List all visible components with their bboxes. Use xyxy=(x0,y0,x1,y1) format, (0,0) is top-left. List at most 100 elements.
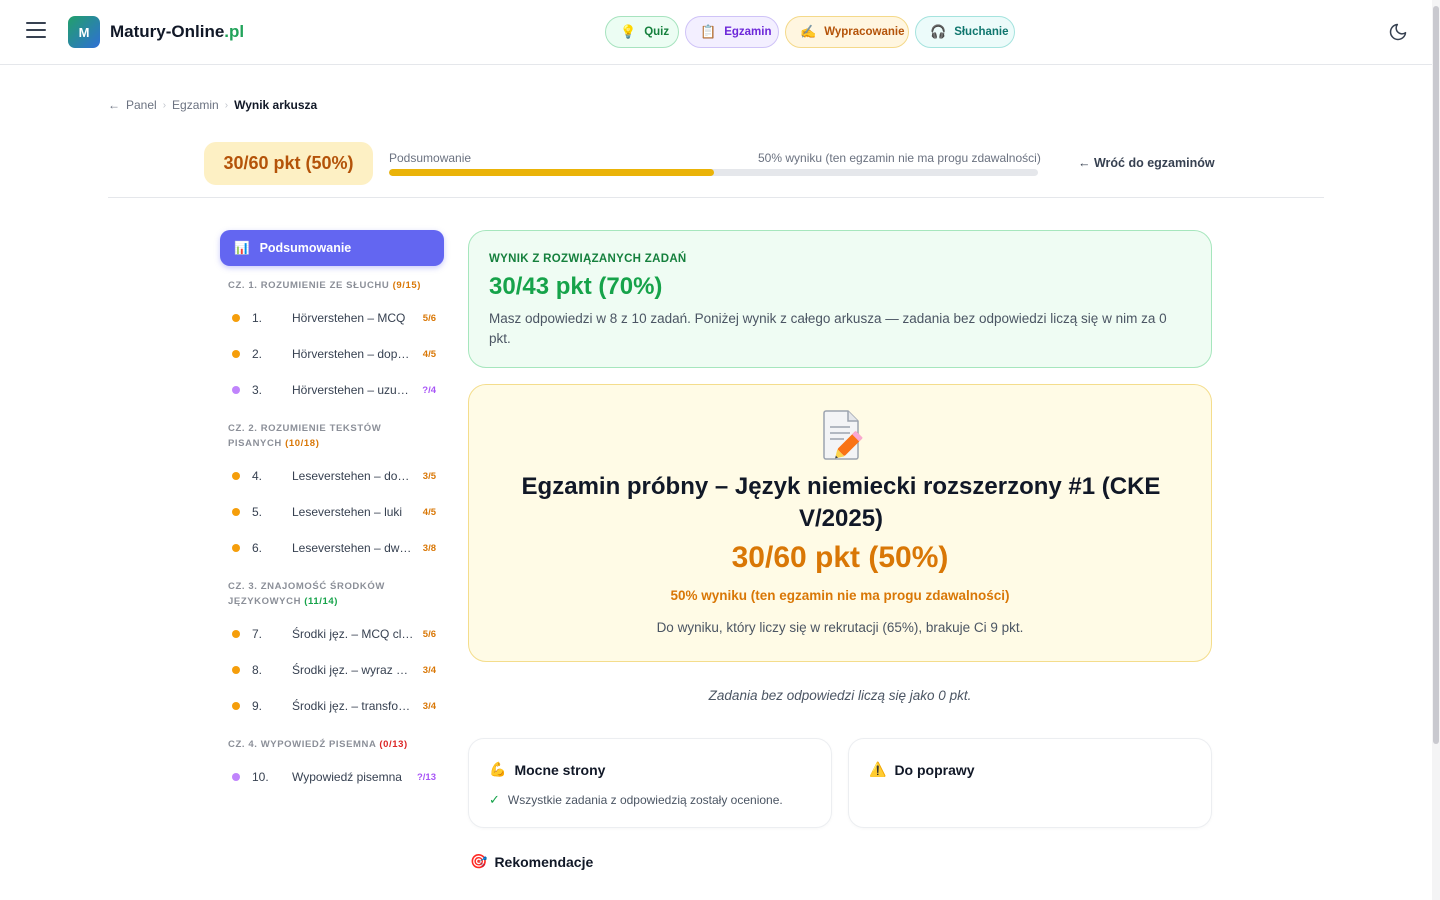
task-number: 10. xyxy=(252,770,269,784)
improvements-title: Do poprawy xyxy=(894,761,975,778)
nav-egzamin-label: Egzamin xyxy=(724,26,772,38)
task-item-10[interactable]: 10. Wypowiedź pisemna ?/13 xyxy=(228,767,436,787)
progress-label: Podsumowanie xyxy=(389,151,472,165)
task-points: ?/4 xyxy=(422,384,436,396)
nav-quiz-label: Quiz xyxy=(644,26,670,38)
strengths-card: 💪 Mocne strony ✓ Wszystkie zadania z odp… xyxy=(468,738,832,828)
lightbulb-icon: 💡 xyxy=(620,24,637,39)
task-points: 3/5 xyxy=(422,470,436,482)
clipboard-icon: 📋 xyxy=(700,24,717,39)
task-number: 2. xyxy=(252,347,263,361)
sidebar-summary-button[interactable]: 📊 Podsumowanie xyxy=(220,230,444,266)
status-dot xyxy=(232,773,240,781)
task-points: 5/6 xyxy=(422,628,436,640)
exam-status: 50% wyniku (ten egzamin nie ma progu zda… xyxy=(670,588,1010,603)
breadcrumb-current: Wynik arkusza xyxy=(234,98,318,112)
exam-score: 30/60 pkt (50%) xyxy=(731,541,949,574)
breadcrumb-separator: › xyxy=(162,99,167,111)
task-item-1[interactable]: 1. Hörverstehen – MCQ 5/6 xyxy=(228,308,436,328)
task-title: Środki jęz. – transformacje xyxy=(292,699,414,713)
improvements-card: ⚠️ Do poprawy xyxy=(848,738,1212,828)
task-item-6[interactable]: 6. Leseverstehen – dwa teksty 3/8 xyxy=(228,538,436,558)
task-points: ?/13 xyxy=(416,771,436,783)
task-points: 5/6 xyxy=(422,312,436,324)
divider xyxy=(108,197,1324,198)
warning-icon: ⚠️ xyxy=(869,761,887,777)
task-item-9[interactable]: 9. Środki jęz. – transformacje 3/4 xyxy=(228,696,436,716)
recommendations-heading: 🎯 Rekomendacje xyxy=(470,853,593,870)
task-number: 1. xyxy=(252,311,263,325)
task-number: 4. xyxy=(252,469,263,483)
section-count: (11/14) xyxy=(304,596,339,607)
back-to-exams-link[interactable]: ← Wróć do egzaminów xyxy=(1078,156,1215,170)
task-points: 4/5 xyxy=(422,348,436,360)
nav-sluchanie[interactable]: 🎧 Słuchanie xyxy=(915,16,1015,48)
task-points: 3/8 xyxy=(422,542,436,554)
task-number: 5. xyxy=(252,505,263,519)
main-nav: 💡 Quiz 📋 Egzamin ✍️ Wypracowanie 🎧 Słuch… xyxy=(605,16,1015,48)
top-bar: M Matury-Online.pl 💡 Quiz 📋 Egzamin ✍️ W… xyxy=(0,0,1432,65)
task-title: Wypowiedź pisemna xyxy=(292,770,402,784)
section-heading-4: CZ. 4. WYPOWIEDŹ PISEMNA (0/13) xyxy=(228,737,438,752)
total-score-badge: 30/60 pkt (50%) xyxy=(204,142,373,185)
task-title: Środki jęz. – wyraz w luce xyxy=(292,663,414,677)
strength-item-text: Wszystkie zadania z odpowiedzią zostały … xyxy=(507,793,783,807)
scrollbar[interactable] xyxy=(1432,0,1440,900)
dark-mode-moon-icon[interactable] xyxy=(1388,22,1408,42)
task-item-8[interactable]: 8. Środki jęz. – wyraz w luce 3/4 xyxy=(228,660,436,680)
task-item-2[interactable]: 2. Hörverstehen – dopasowanie 4/5 xyxy=(228,344,436,364)
nav-wypracowanie[interactable]: ✍️ Wypracowanie xyxy=(785,16,909,48)
status-dot xyxy=(232,544,240,552)
breadcrumb: ← Panel › Egzamin › Wynik arkusza xyxy=(108,98,317,112)
unanswered-note: Zadania bez odpowiedzi liczą się jako 0 … xyxy=(708,688,972,703)
breadcrumb-separator: › xyxy=(224,99,229,111)
task-title: Leseverstehen – dopasowanie xyxy=(292,469,414,483)
breadcrumb-egzamin[interactable]: Egzamin xyxy=(172,98,219,112)
status-dot xyxy=(232,666,240,674)
strengths-title: Mocne strony xyxy=(514,761,606,778)
task-title: Leseverstehen – luki xyxy=(292,505,403,519)
nav-wypracowanie-label: Wypracowanie xyxy=(824,26,905,38)
breadcrumb-panel[interactable]: Panel xyxy=(126,98,157,112)
status-dot xyxy=(232,702,240,710)
task-number: 7. xyxy=(252,627,263,641)
brand-name[interactable]: Matury-Online.pl xyxy=(110,22,244,42)
nav-egzamin[interactable]: 📋 Egzamin xyxy=(685,16,779,48)
nav-sluchanie-label: Słuchanie xyxy=(954,26,1009,38)
status-dot xyxy=(232,350,240,358)
section-heading-2: CZ. 2. ROZUMIENIE TEKSTÓW PISANYCH (10/1… xyxy=(228,421,438,451)
task-item-5[interactable]: 5. Leseverstehen – luki 4/5 xyxy=(228,502,436,522)
task-item-7[interactable]: 7. Środki jęz. – MCQ cloze 5/6 xyxy=(228,624,436,644)
task-number: 9. xyxy=(252,699,263,713)
task-number: 6. xyxy=(252,541,263,555)
flexed-biceps-icon: 💪 xyxy=(489,761,507,777)
answered-result-card: WYNIK Z ROZWIĄZANYCH ZADAŃ 30/43 pkt (70… xyxy=(468,230,1212,368)
progress-status-text: 50% wyniku (ten egzamin nie ma progu zda… xyxy=(758,151,1041,165)
scrollbar-thumb[interactable] xyxy=(1433,6,1439,744)
status-dot xyxy=(232,472,240,480)
task-number: 8. xyxy=(252,663,263,677)
logo[interactable]: M xyxy=(68,16,100,48)
status-dot xyxy=(232,314,240,322)
section-count: (10/18) xyxy=(285,438,320,449)
menu-icon[interactable] xyxy=(26,22,46,40)
brand-tld: .pl xyxy=(224,22,245,41)
document-pencil-icon xyxy=(823,410,863,460)
status-dot xyxy=(232,630,240,638)
section-heading-3: CZ. 3. ZNAJOMOŚĆ ŚRODKÓW JĘZYKOWYCH (11/… xyxy=(228,579,438,609)
headphones-icon: 🎧 xyxy=(930,24,947,39)
section-count: (9/15) xyxy=(392,280,422,291)
task-title: Środki jęz. – MCQ cloze xyxy=(292,627,414,641)
section-heading-1: CZ. 1. ROZUMIENIE ZE SŁUCHU (9/15) xyxy=(228,278,438,293)
writing-hand-icon: ✍️ xyxy=(800,24,817,39)
task-title: Leseverstehen – dwa teksty xyxy=(292,541,414,555)
exam-title: Egzamin próbny – Język niemiecki rozszer… xyxy=(521,473,1161,532)
answered-result-heading: WYNIK Z ROZWIĄZANYCH ZADAŃ xyxy=(489,253,687,265)
task-item-3[interactable]: 3. Hörverstehen – uzupełnianie ?/4 xyxy=(228,380,436,400)
section-count: (0/13) xyxy=(379,739,408,750)
strength-item: ✓ Wszystkie zadania z odpowiedzią został… xyxy=(489,792,811,808)
target-icon: 🎯 xyxy=(470,853,488,869)
nav-quiz[interactable]: 💡 Quiz xyxy=(605,16,679,48)
task-item-4[interactable]: 4. Leseverstehen – dopasowanie 3/5 xyxy=(228,466,436,486)
answered-result-score: 30/43 pkt (70%) xyxy=(489,273,663,300)
